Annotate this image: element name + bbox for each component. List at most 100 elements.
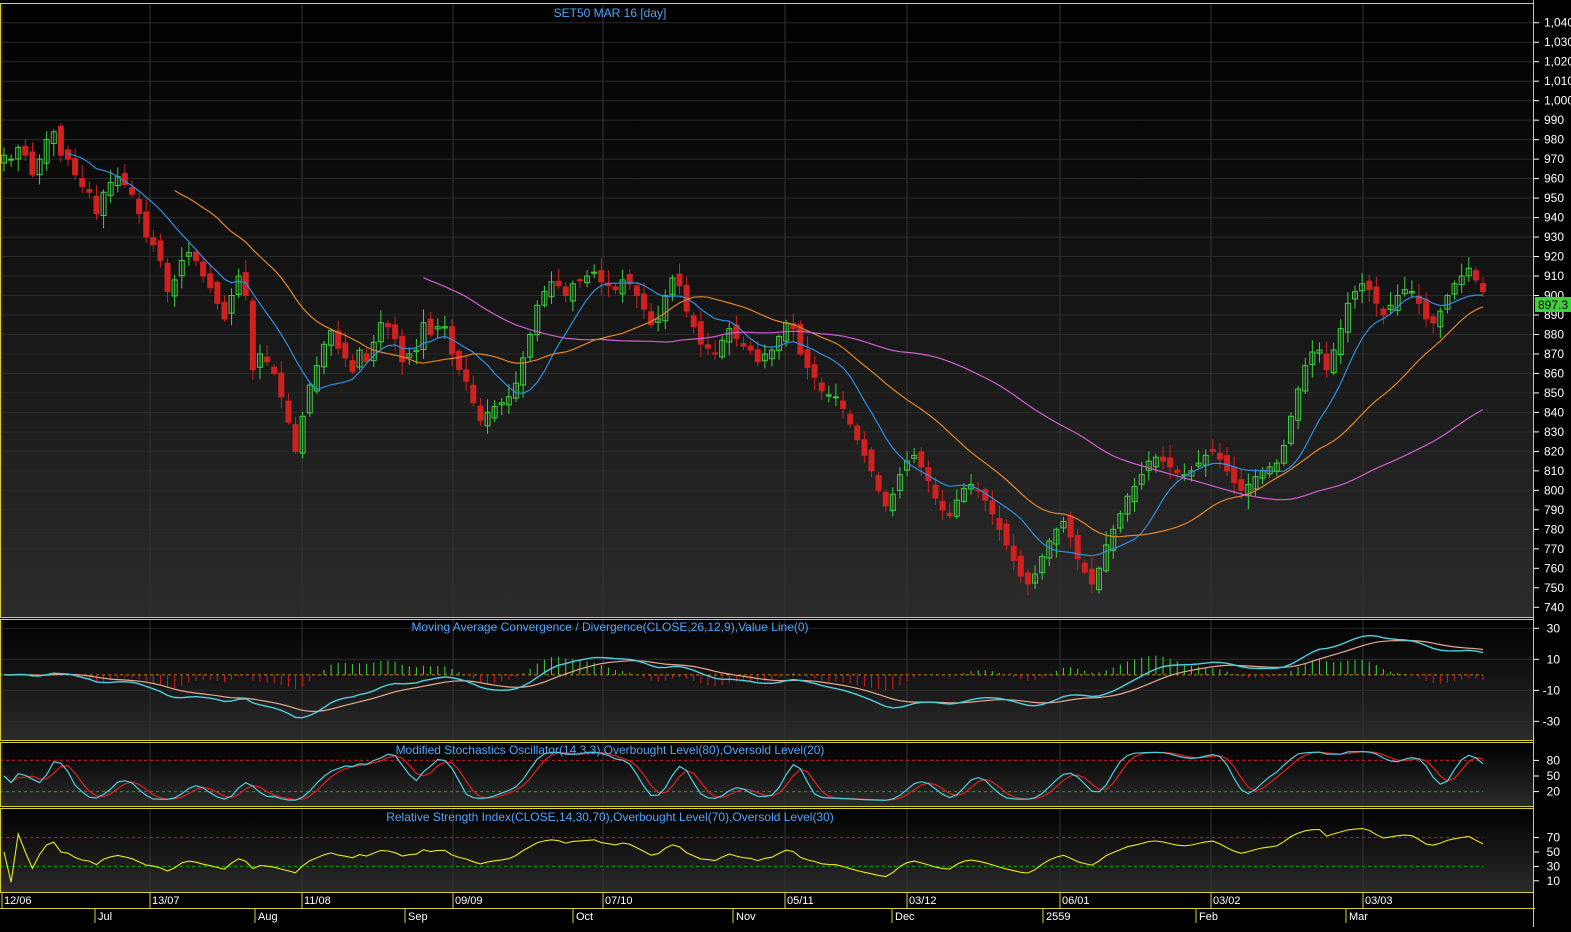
price-tick-label: 920 bbox=[1544, 250, 1564, 264]
candle-up bbox=[8, 158, 15, 161]
candle-down bbox=[1074, 535, 1081, 560]
date-label-bottom: Dec bbox=[895, 911, 915, 923]
candle-down bbox=[996, 518, 1003, 530]
macd-pane-title: Moving Average Convergence / Divergence(… bbox=[411, 620, 808, 634]
candle-down bbox=[811, 364, 818, 378]
candle-down bbox=[875, 475, 882, 491]
candle-down bbox=[576, 279, 583, 282]
candle-down bbox=[93, 195, 100, 215]
candle-down bbox=[427, 318, 434, 335]
date-label-top: 12/06 bbox=[4, 895, 32, 907]
candle-down bbox=[598, 270, 605, 283]
price-tick-label: 1,000 bbox=[1544, 94, 1571, 108]
candle-down bbox=[1174, 469, 1181, 474]
date-label-top: 03/03 bbox=[1365, 895, 1393, 907]
stochastic-tick-label: 20 bbox=[1547, 785, 1561, 799]
last-price-badge: 897.3 bbox=[1535, 297, 1571, 312]
candle-down bbox=[854, 425, 861, 441]
rsi-tick-label: 10 bbox=[1547, 874, 1561, 888]
candle-down bbox=[704, 344, 711, 349]
stochastic-tick-label: 50 bbox=[1547, 769, 1561, 783]
candle-down bbox=[562, 286, 569, 297]
macd-tick-label: 10 bbox=[1547, 652, 1561, 666]
candle-down bbox=[612, 286, 619, 291]
candle-down bbox=[1024, 572, 1031, 585]
candle-down bbox=[804, 349, 811, 369]
date-label-top: 07/10 bbox=[605, 895, 633, 907]
candle-down bbox=[57, 125, 64, 156]
price-tick-label: 820 bbox=[1544, 444, 1564, 458]
candle-down bbox=[384, 323, 391, 328]
date-label-bottom: Oct bbox=[576, 911, 593, 923]
candle-down bbox=[221, 301, 228, 320]
candle-down bbox=[690, 315, 697, 328]
candle-down bbox=[207, 273, 214, 289]
rsi-tick-label: 30 bbox=[1547, 859, 1561, 873]
price-pane-background bbox=[0, 3, 1533, 617]
rsi-tick-label: 50 bbox=[1547, 845, 1561, 859]
date-label-top: 03/12 bbox=[909, 895, 937, 907]
candle-down bbox=[157, 240, 164, 261]
candle-down bbox=[164, 262, 171, 293]
candle-down bbox=[192, 251, 199, 261]
price-tick-label: 880 bbox=[1544, 327, 1564, 341]
candle-down bbox=[1003, 523, 1010, 546]
candle-down bbox=[1238, 479, 1245, 491]
candle-down bbox=[242, 272, 249, 297]
candle-down bbox=[477, 405, 484, 421]
date-label-top: 13/07 bbox=[152, 895, 180, 907]
candle-down bbox=[1366, 280, 1373, 291]
price-tick-label: 860 bbox=[1544, 366, 1564, 380]
candle-down bbox=[1216, 452, 1223, 460]
price-tick-label: 990 bbox=[1544, 113, 1564, 127]
candle-down bbox=[143, 211, 150, 238]
candle-down bbox=[264, 356, 271, 363]
candle-down bbox=[946, 512, 953, 517]
date-label-top: 03/02 bbox=[1213, 895, 1241, 907]
candle-down bbox=[292, 424, 299, 452]
candle-down bbox=[1209, 449, 1216, 452]
rsi-tick-label: 70 bbox=[1547, 831, 1561, 845]
chart-stage[interactable]: SET50 MAR 16 [day] Moving Average Conver… bbox=[0, 0, 1571, 927]
candle-down bbox=[1480, 283, 1486, 293]
price-tick-label: 740 bbox=[1544, 600, 1564, 614]
candle-down bbox=[342, 342, 349, 359]
candle-down bbox=[456, 350, 463, 371]
candle-down bbox=[918, 451, 925, 468]
last-price-label: 897.3 bbox=[1538, 298, 1568, 312]
candle-down bbox=[29, 151, 36, 176]
candle-down bbox=[86, 189, 93, 193]
candle-down bbox=[22, 145, 29, 156]
candle-down bbox=[847, 413, 854, 425]
price-tick-label: 1,020 bbox=[1544, 55, 1571, 69]
price-tick-label: 1,040 bbox=[1544, 16, 1571, 30]
candle-down bbox=[861, 439, 868, 456]
candle-down bbox=[1423, 299, 1430, 320]
price-tick-label: 960 bbox=[1544, 172, 1564, 186]
candle-down bbox=[1167, 457, 1174, 468]
candle-down bbox=[932, 484, 939, 499]
candle-down bbox=[747, 345, 754, 351]
price-tick-label: 1,030 bbox=[1544, 35, 1571, 49]
candle-down bbox=[1430, 316, 1437, 324]
price-tick-label: 870 bbox=[1544, 347, 1564, 361]
stochastic-tick-label: 80 bbox=[1547, 753, 1561, 767]
candle-down bbox=[697, 321, 704, 345]
candle-down bbox=[676, 273, 683, 287]
price-tick-label: 770 bbox=[1544, 542, 1564, 556]
candle-down bbox=[470, 384, 477, 404]
price-tick-label: 970 bbox=[1544, 152, 1564, 166]
candle-down bbox=[72, 158, 79, 176]
price-tick-label: 790 bbox=[1544, 503, 1564, 517]
candle-down bbox=[818, 382, 825, 392]
macd-tick-label: -10 bbox=[1543, 683, 1561, 697]
candle-down bbox=[1323, 353, 1330, 371]
chart-canvas[interactable]: SET50 MAR 16 [day] Moving Average Conver… bbox=[0, 0, 1571, 927]
date-label-top: 09/09 bbox=[455, 895, 483, 907]
price-tick-label: 830 bbox=[1544, 425, 1564, 439]
candle-down bbox=[555, 280, 562, 287]
price-tick-label: 810 bbox=[1544, 464, 1564, 478]
candle-down bbox=[640, 293, 647, 310]
candle-down bbox=[1224, 454, 1231, 472]
price-tick-label: 910 bbox=[1544, 269, 1564, 283]
